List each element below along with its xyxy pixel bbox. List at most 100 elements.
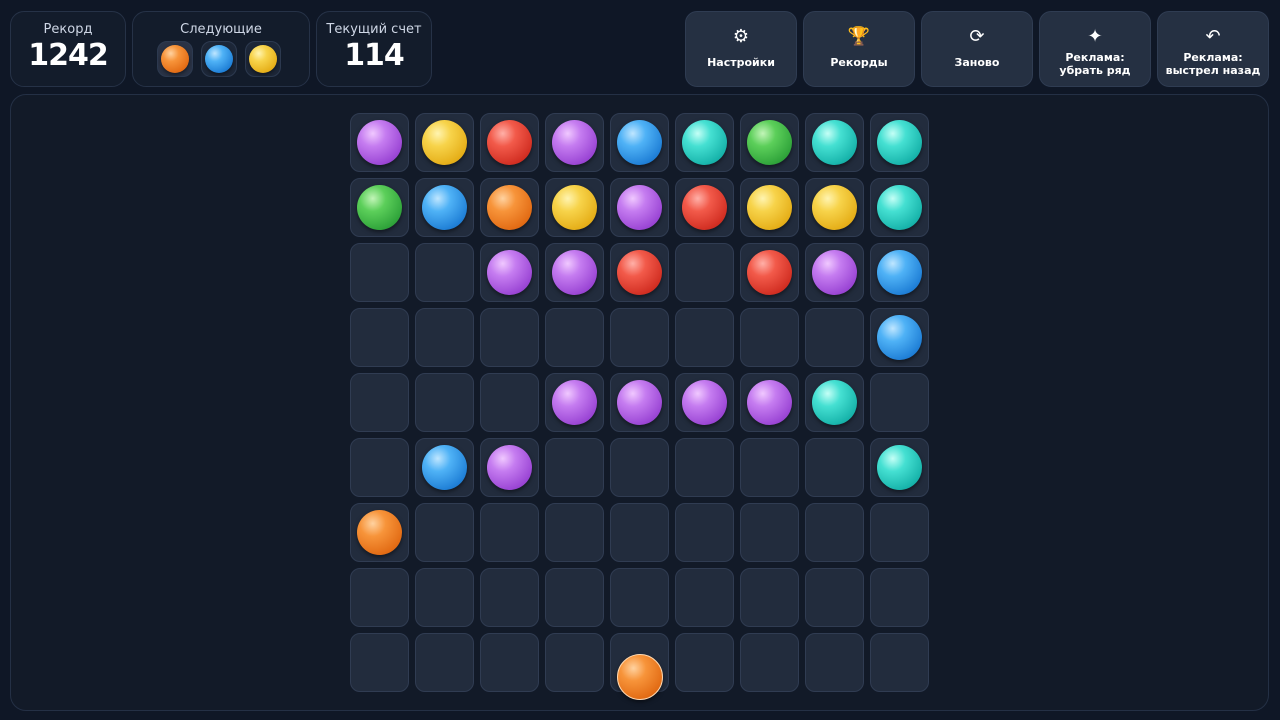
board-cell[interactable] — [480, 178, 539, 237]
board-cell[interactable] — [610, 373, 669, 432]
board-cell[interactable] — [805, 373, 864, 432]
board-cell[interactable] — [350, 243, 409, 302]
board-cell[interactable] — [805, 438, 864, 497]
board-cell[interactable] — [740, 633, 799, 692]
board-cell[interactable] — [350, 373, 409, 432]
board-cell[interactable] — [870, 438, 929, 497]
board-cell[interactable] — [415, 243, 474, 302]
board-cell[interactable] — [350, 503, 409, 562]
board-cell[interactable] — [545, 568, 604, 627]
top-bar: Рекорд 1242 Следующие Текущий счет 114 ⚙… — [0, 0, 1280, 92]
restart-button-label: Заново — [954, 56, 1000, 69]
board-cell[interactable] — [480, 113, 539, 172]
settings-button[interactable]: ⚙ Настройки — [685, 11, 797, 87]
board-cell[interactable] — [610, 243, 669, 302]
board-cell[interactable] — [805, 178, 864, 237]
ball-red — [747, 250, 792, 295]
records-button[interactable]: 🏆 Рекорды — [803, 11, 915, 87]
board-cell[interactable] — [805, 243, 864, 302]
board-cell[interactable] — [545, 243, 604, 302]
board-cell[interactable] — [415, 633, 474, 692]
board-cell[interactable] — [805, 503, 864, 562]
board-cell[interactable] — [415, 178, 474, 237]
board-cell[interactable] — [610, 503, 669, 562]
board-cell[interactable] — [805, 113, 864, 172]
board-cell[interactable] — [350, 438, 409, 497]
board-cell[interactable] — [740, 503, 799, 562]
board-cell[interactable] — [545, 113, 604, 172]
board-cell[interactable] — [350, 113, 409, 172]
ad-remove-row-button[interactable]: ✦ Реклама: убрать ряд — [1039, 11, 1151, 87]
board-cell[interactable] — [545, 633, 604, 692]
board-cell[interactable] — [545, 373, 604, 432]
board-cell[interactable] — [870, 308, 929, 367]
next-balls-panel: Следующие — [132, 11, 310, 87]
board-cell[interactable] — [675, 113, 734, 172]
board-cell[interactable] — [480, 503, 539, 562]
board-cell[interactable] — [740, 438, 799, 497]
score-panel: Текущий счет 114 — [316, 11, 432, 87]
board-cell[interactable] — [740, 178, 799, 237]
board-cell[interactable] — [415, 438, 474, 497]
board-cell[interactable] — [740, 243, 799, 302]
next-ball-yellow — [249, 45, 277, 73]
board-cell[interactable] — [870, 503, 929, 562]
board-cell[interactable] — [480, 633, 539, 692]
board-cell[interactable] — [870, 373, 929, 432]
board-cell[interactable] — [675, 308, 734, 367]
board-cell[interactable] — [870, 568, 929, 627]
ball-cyan — [682, 120, 727, 165]
sparkle-icon: ✦ — [1087, 26, 1103, 47]
board-cell[interactable] — [675, 178, 734, 237]
board-cell[interactable] — [480, 243, 539, 302]
ad-undo-shot-button[interactable]: ↶ Реклама: выстрел назад — [1157, 11, 1269, 87]
board-cell[interactable] — [805, 308, 864, 367]
board-cell[interactable] — [675, 503, 734, 562]
board-cell[interactable] — [870, 633, 929, 692]
board-cell[interactable] — [415, 113, 474, 172]
board-cell[interactable] — [480, 373, 539, 432]
board-cell[interactable] — [480, 568, 539, 627]
board-cell[interactable] — [610, 568, 669, 627]
board-cell[interactable] — [350, 568, 409, 627]
board-cell[interactable] — [545, 178, 604, 237]
board-cell[interactable] — [350, 308, 409, 367]
board-cell[interactable] — [545, 308, 604, 367]
board-cell[interactable] — [610, 308, 669, 367]
board-cell[interactable] — [805, 568, 864, 627]
ball-purple — [812, 250, 857, 295]
board-cell[interactable] — [545, 503, 604, 562]
board-cell[interactable] — [740, 308, 799, 367]
board-cell[interactable] — [350, 633, 409, 692]
board-cell[interactable] — [675, 243, 734, 302]
board-cell[interactable] — [870, 113, 929, 172]
ball-cyan — [877, 185, 922, 230]
board-cell[interactable] — [740, 373, 799, 432]
board-cell[interactable] — [415, 308, 474, 367]
board-cell[interactable] — [350, 178, 409, 237]
board-cell[interactable] — [870, 178, 929, 237]
board-cell[interactable] — [610, 178, 669, 237]
board-cell[interactable] — [480, 308, 539, 367]
board-cell[interactable] — [415, 568, 474, 627]
board-cell[interactable] — [805, 633, 864, 692]
shooter-ball[interactable] — [617, 654, 663, 700]
ball-purple — [357, 120, 402, 165]
board-cell[interactable] — [415, 503, 474, 562]
board-cell[interactable] — [480, 438, 539, 497]
board-cell[interactable] — [675, 373, 734, 432]
board-cell[interactable] — [740, 568, 799, 627]
next-ball-slot — [157, 41, 193, 77]
board-cell[interactable] — [610, 438, 669, 497]
board-cell[interactable] — [675, 633, 734, 692]
board-cell[interactable] — [545, 438, 604, 497]
restart-button[interactable]: ⟳ Заново — [921, 11, 1033, 87]
board-cell[interactable] — [675, 438, 734, 497]
board-cell[interactable] — [870, 243, 929, 302]
board-cell[interactable] — [740, 113, 799, 172]
board-cell[interactable] — [675, 568, 734, 627]
board-cell[interactable] — [610, 113, 669, 172]
ball-blue — [877, 315, 922, 360]
board-cell[interactable] — [415, 373, 474, 432]
ball-blue — [617, 120, 662, 165]
